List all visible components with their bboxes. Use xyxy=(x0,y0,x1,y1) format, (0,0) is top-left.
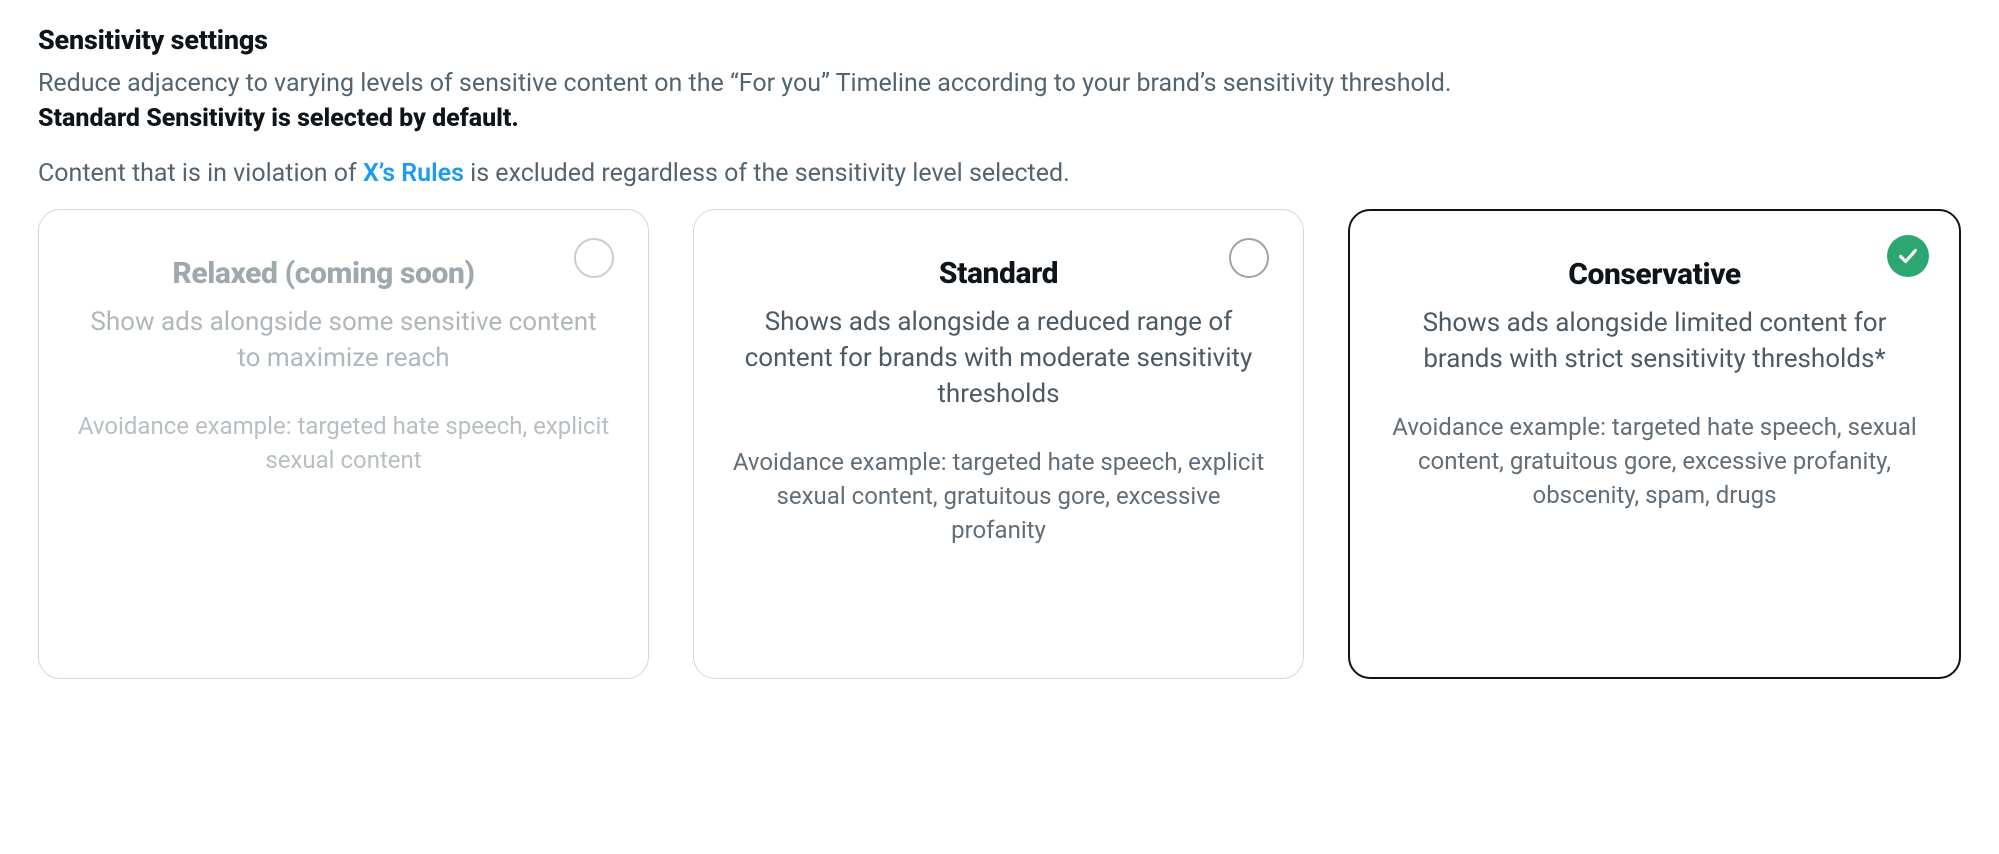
sensitivity-options: Relaxed (coming soon) Show ads alongside… xyxy=(38,209,1961,679)
radio-unchecked-icon xyxy=(574,238,614,278)
option-example: Avoidance example: targeted hate speech,… xyxy=(1388,410,1921,512)
rules-disclaimer: Content that is in violation of X’s Rule… xyxy=(38,156,1961,191)
option-body: Shows ads alongside a reduced range of c… xyxy=(732,305,1265,413)
option-title: Conservative xyxy=(1388,257,1921,292)
checkmark-selected-icon xyxy=(1887,235,1929,277)
section-intro-default-note: Standard Sensitivity is selected by defa… xyxy=(38,101,1961,136)
option-example: Avoidance example: targeted hate speech,… xyxy=(732,445,1265,547)
sensitivity-option-standard[interactable]: Standard Shows ads alongside a reduced r… xyxy=(693,209,1304,679)
radio-unchecked-icon[interactable] xyxy=(1229,238,1269,278)
section-title: Sensitivity settings xyxy=(38,24,1961,56)
rules-link[interactable]: X’s Rules xyxy=(363,159,464,188)
option-title: Standard xyxy=(732,256,1265,291)
option-title: Relaxed (coming soon) xyxy=(77,256,570,291)
rules-suffix: is excluded regardless of the sensitivit… xyxy=(464,159,1070,188)
section-intro-text: Reduce adjacency to varying levels of se… xyxy=(38,66,1961,101)
rules-prefix: Content that is in violation of xyxy=(38,159,363,188)
option-body: Show ads alongside some sensitive conten… xyxy=(77,305,610,377)
sensitivity-option-relaxed: Relaxed (coming soon) Show ads alongside… xyxy=(38,209,649,679)
option-example: Avoidance example: targeted hate speech,… xyxy=(77,409,610,477)
sensitivity-option-conservative[interactable]: Conservative Shows ads alongside limited… xyxy=(1348,209,1961,679)
option-body: Shows ads alongside limited content for … xyxy=(1388,306,1921,378)
